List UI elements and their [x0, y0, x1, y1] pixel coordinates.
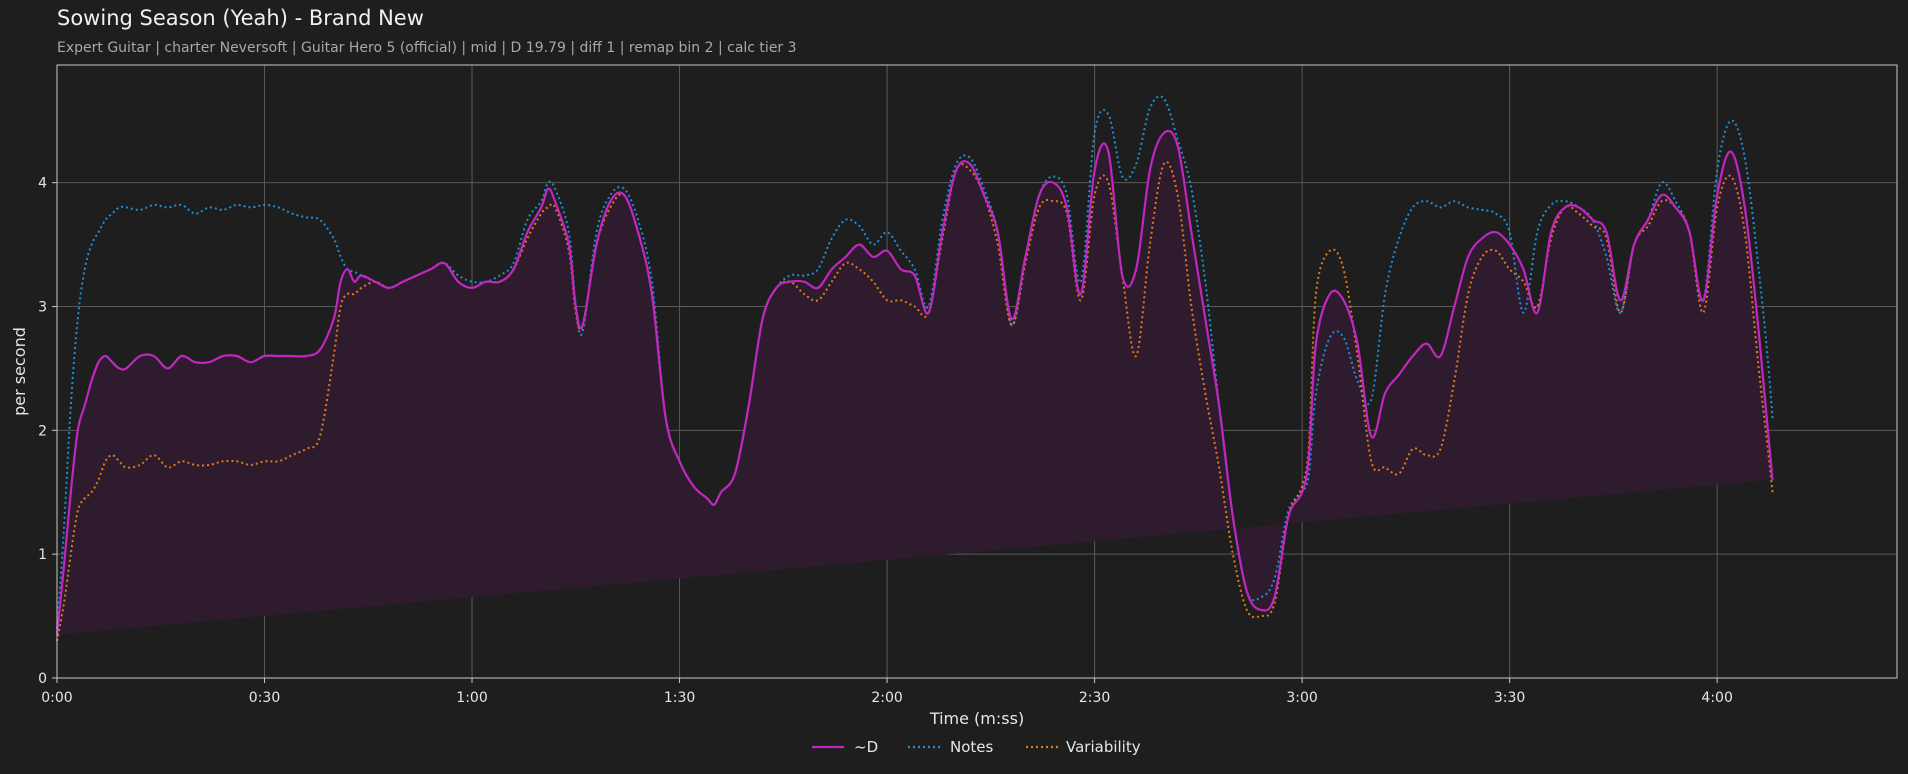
x-tick-label: 2:30 — [1079, 690, 1110, 706]
legend-item-variability: Variability — [1026, 738, 1141, 756]
x-tick-label: 1:00 — [456, 690, 487, 706]
x-tick-label: 3:30 — [1494, 690, 1525, 706]
y-tick-label: 4 — [38, 176, 47, 192]
y-axis-label: per second — [10, 327, 29, 416]
legend-label: Variability — [1066, 738, 1141, 756]
x-tick-label: 4:00 — [1701, 690, 1732, 706]
x-tick-label: 0:30 — [249, 690, 280, 706]
x-axis-label: Time (m:ss) — [929, 709, 1024, 728]
legend: ~D Notes Variability — [812, 738, 1141, 756]
x-tick-label: 1:30 — [664, 690, 695, 706]
y-tick-label: 3 — [38, 299, 47, 315]
d-area-fill — [57, 130, 1773, 635]
x-tick-label: 3:00 — [1286, 690, 1317, 706]
x-tick-label: 2:00 — [871, 690, 902, 706]
x-tick-label: 0:00 — [41, 690, 72, 706]
y-tick-label: 1 — [38, 547, 47, 563]
legend-label: Notes — [950, 738, 994, 756]
y-tick-label: 0 — [38, 671, 47, 687]
y-tick-label: 2 — [38, 423, 47, 439]
legend-item-notes: Notes — [908, 738, 994, 756]
legend-label: ~D — [854, 738, 878, 756]
legend-item-d: ~D — [812, 738, 878, 756]
chart-canvas: 0:00 0:30 1:00 1:30 2:00 2:30 3:00 3:30 4:00 0 1 2 3… — [10, 64, 1898, 756]
